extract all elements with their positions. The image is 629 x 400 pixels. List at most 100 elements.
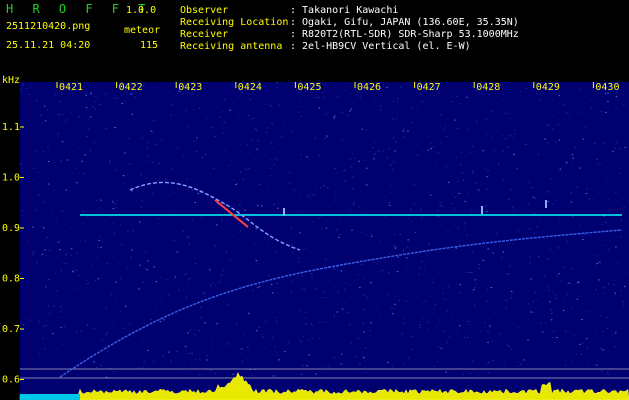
x-tick-label: 0427 [417,82,441,93]
noise-speckle [278,359,280,361]
noise-speckle [507,146,510,148]
noise-speckle [229,109,231,111]
noise-speckle [147,142,150,144]
location-value: : Ogaki, Gifu, JAPAN (136.60E, 35.35N) [290,17,519,28]
noise-speckle [622,198,624,200]
noise-speckle [308,107,310,109]
noise-speckle [330,347,332,349]
noise-speckle [500,257,503,259]
noise-speckle [94,279,97,281]
noise-speckle [323,364,325,366]
noise-speckle [588,198,590,200]
noise-speckle [478,268,480,270]
noise-speckle [110,293,112,295]
noise-speckle [601,370,603,372]
file-datetime: 25.11.21 04:20 [6,40,91,51]
noise-speckle [96,97,98,99]
noise-speckle [44,348,46,350]
noise-speckle [493,149,496,151]
noise-speckle [209,360,211,362]
noise-speckle [593,142,596,144]
noise-speckle [316,96,319,98]
noise-speckle [534,292,536,293]
noise-speckle [47,263,49,265]
noise-speckle [374,153,376,155]
noise-speckle [131,190,133,192]
noise-speckle [278,202,280,204]
noise-speckle [257,205,259,207]
noise-speckle [467,192,470,194]
noise-speckle [373,158,375,160]
noise-speckle [226,304,229,306]
noise-speckle [444,126,447,128]
noise-speckle [98,104,101,105]
noise-speckle [470,272,473,274]
noise-speckle [585,193,588,194]
noise-speckle [348,324,351,326]
noise-speckle [211,126,214,128]
noise-speckle [232,179,235,181]
noise-speckle [351,153,353,154]
noise-speckle [547,124,550,126]
noise-speckle [75,332,78,334]
noise-speckle [209,251,212,253]
noise-speckle [436,242,439,244]
noise-speckle [557,247,560,249]
noise-speckle [532,122,534,124]
noise-speckle [327,363,330,365]
noise-speckle [258,286,261,288]
noise-speckle [72,271,74,273]
noise-speckle [453,207,455,209]
noise-speckle [58,113,60,115]
noise-speckle [615,373,617,375]
noise-speckle [142,367,144,369]
noise-speckle [193,292,195,294]
noise-speckle [130,256,132,258]
noise-speckle [530,311,532,313]
noise-speckle [409,305,412,307]
noise-speckle [466,234,468,236]
noise-speckle [158,162,160,164]
noise-speckle [492,252,494,254]
noise-speckle [359,363,361,365]
noise-speckle [512,137,514,138]
noise-speckle [545,344,548,346]
noise-speckle [419,324,421,326]
noise-speckle [318,338,321,340]
noise-speckle [97,247,100,249]
noise-speckle [283,124,285,126]
noise-speckle [35,375,37,377]
noise-speckle [159,277,162,279]
noise-speckle [309,197,311,199]
noise-speckle [426,254,429,256]
noise-speckle [576,83,579,85]
noise-speckle [354,356,357,358]
noise-speckle [123,155,125,157]
noise-speckle [541,331,544,333]
noise-speckle [194,359,197,361]
noise-speckle [82,237,84,239]
noise-speckle [177,147,179,149]
noise-speckle [388,204,391,206]
noise-speckle [58,307,60,308]
noise-speckle [455,333,458,335]
noise-speckle [51,86,54,88]
noise-speckle [623,207,625,209]
noise-speckle [357,106,360,108]
noise-speckle [131,113,134,115]
noise-speckle [464,222,467,224]
noise-speckle [536,202,538,204]
noise-speckle [42,337,44,339]
noise-speckle [133,346,136,348]
noise-speckle [138,351,141,353]
noise-speckle [308,340,310,342]
noise-speckle [333,357,336,359]
noise-speckle [140,206,142,208]
noise-speckle [393,358,396,360]
noise-speckle [47,146,49,148]
noise-speckle [624,147,627,149]
noise-speckle [599,315,602,316]
noise-speckle [106,332,108,334]
noise-speckle [195,275,198,277]
noise-speckle [596,158,598,160]
